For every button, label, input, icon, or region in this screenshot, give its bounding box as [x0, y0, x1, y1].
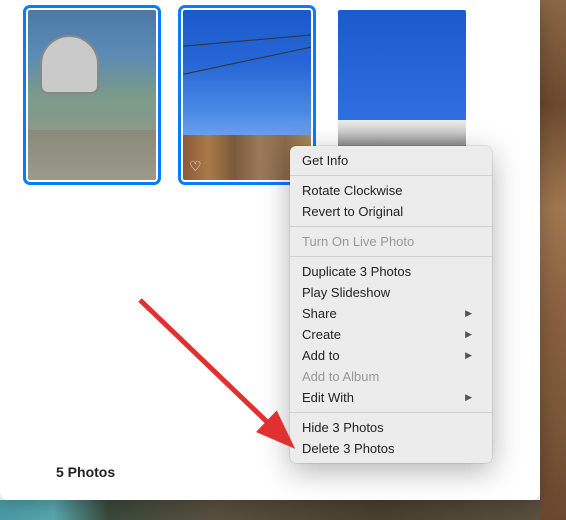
- menu-item-label: Revert to Original: [302, 204, 403, 219]
- menu-item-label: Delete 3 Photos: [302, 441, 395, 456]
- menu-item-label: Add to: [302, 348, 340, 363]
- menu-divider: [290, 226, 492, 227]
- menu-divider: [290, 256, 492, 257]
- menu-edit-with[interactable]: Edit With ▶: [290, 387, 492, 408]
- chevron-right-icon: ▶: [465, 392, 472, 403]
- decorative-line: [183, 44, 311, 76]
- menu-revert-to-original[interactable]: Revert to Original: [290, 201, 492, 222]
- menu-item-label: Create: [302, 327, 341, 342]
- menu-item-label: Rotate Clockwise: [302, 183, 402, 198]
- decorative-line: [183, 33, 311, 47]
- menu-duplicate[interactable]: Duplicate 3 Photos: [290, 261, 492, 282]
- desktop-wallpaper-bottom: [0, 500, 540, 520]
- menu-delete-photos[interactable]: Delete 3 Photos: [290, 438, 492, 459]
- chevron-right-icon: ▶: [465, 308, 472, 319]
- menu-add-to-album: Add to Album: [290, 366, 492, 387]
- menu-play-slideshow[interactable]: Play Slideshow: [290, 282, 492, 303]
- heart-icon: ♡: [189, 158, 205, 174]
- menu-item-label: Share: [302, 306, 337, 321]
- menu-item-label: Hide 3 Photos: [302, 420, 384, 435]
- context-menu: Get Info Rotate Clockwise Revert to Orig…: [290, 146, 492, 463]
- menu-item-label: Edit With: [302, 390, 354, 405]
- menu-item-label: Turn On Live Photo: [302, 234, 414, 249]
- menu-divider: [290, 412, 492, 413]
- menu-item-label: Play Slideshow: [302, 285, 390, 300]
- desktop-wallpaper-right: [540, 0, 566, 520]
- menu-add-to[interactable]: Add to ▶: [290, 345, 492, 366]
- menu-item-label: Get Info: [302, 153, 348, 168]
- menu-rotate-clockwise[interactable]: Rotate Clockwise: [290, 180, 492, 201]
- menu-share[interactable]: Share ▶: [290, 303, 492, 324]
- menu-hide-photos[interactable]: Hide 3 Photos: [290, 417, 492, 438]
- photo-count-label: 5 Photos: [56, 464, 115, 480]
- menu-get-info[interactable]: Get Info: [290, 150, 492, 171]
- menu-divider: [290, 175, 492, 176]
- menu-item-label: Duplicate 3 Photos: [302, 264, 411, 279]
- chevron-right-icon: ▶: [465, 329, 472, 340]
- menu-item-label: Add to Album: [302, 369, 379, 384]
- photo-thumbnail[interactable]: [28, 10, 156, 180]
- chevron-right-icon: ▶: [465, 350, 472, 361]
- menu-create[interactable]: Create ▶: [290, 324, 492, 345]
- menu-turn-on-live-photo: Turn On Live Photo: [290, 231, 492, 252]
